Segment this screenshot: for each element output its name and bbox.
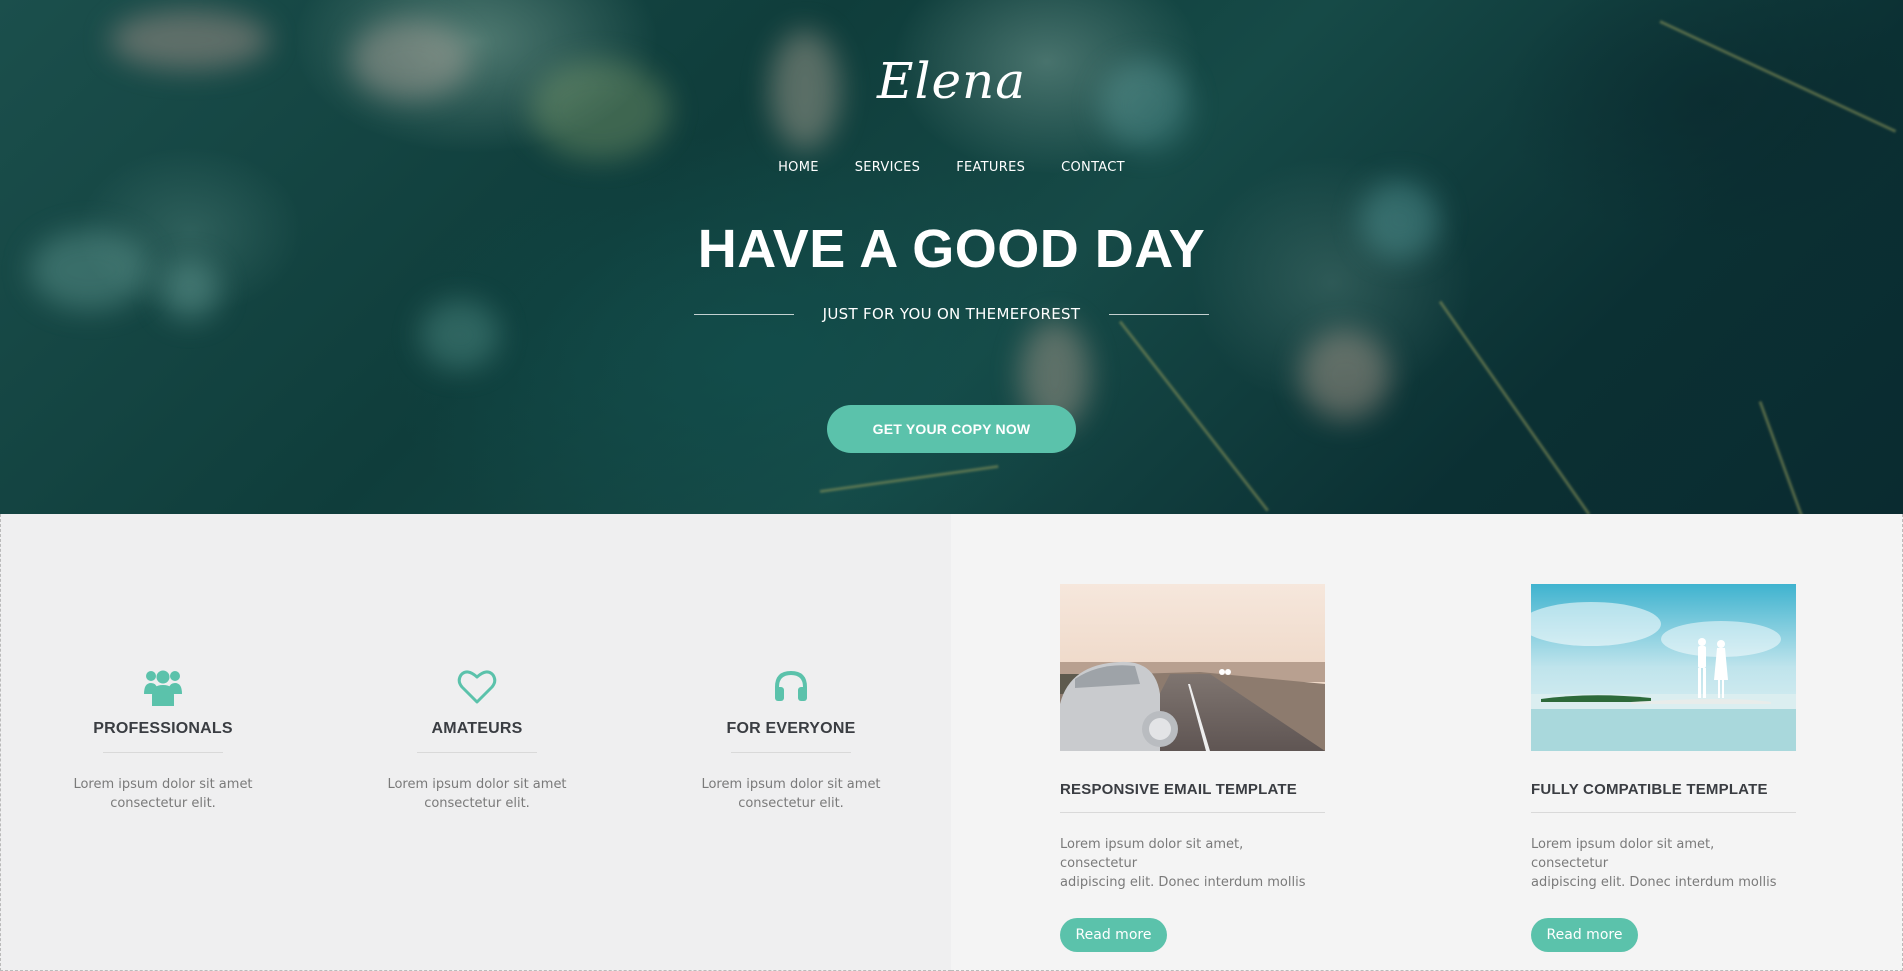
divider bbox=[103, 752, 223, 753]
feature-title: AMATEURS bbox=[431, 720, 523, 737]
feature-text: Lorem ipsum dolor sit amet consectetur e… bbox=[671, 775, 911, 813]
feature-text: Lorem ipsum dolor sit amet consectetur e… bbox=[43, 775, 283, 813]
nav-item-contact[interactable]: CONTACT bbox=[1061, 160, 1125, 175]
divider-right bbox=[1109, 313, 1210, 315]
divider bbox=[731, 752, 851, 753]
post-excerpt-line: Lorem ipsum dolor sit amet, consectetur bbox=[1060, 837, 1244, 871]
headphones-icon bbox=[671, 666, 911, 708]
nav-item-home[interactable]: HOME bbox=[778, 160, 819, 175]
post-excerpt-line: adipiscing elit. Donec interdum mollis bbox=[1531, 875, 1777, 890]
feature-amateurs: AMATEURS Lorem ipsum dolor sit amet cons… bbox=[357, 666, 597, 813]
divider bbox=[1060, 812, 1325, 813]
feature-professionals: PROFESSIONALS Lorem ipsum dolor sit amet… bbox=[43, 666, 283, 813]
post-excerpt-line: Lorem ipsum dolor sit amet, consectetur bbox=[1531, 837, 1715, 871]
read-more-button[interactable]: Read more bbox=[1060, 918, 1167, 952]
post-title[interactable]: FULLY COMPATIBLE TEMPLATE bbox=[1531, 781, 1796, 798]
hero-subtitle-row: JUST FOR YOU ON THEMEFOREST bbox=[0, 305, 1903, 323]
hero-section: Elena HOME SERVICES FEATURES CONTACT HAV… bbox=[0, 0, 1903, 514]
nav-item-services[interactable]: SERVICES bbox=[855, 160, 920, 175]
users-icon bbox=[43, 666, 283, 708]
divider bbox=[1531, 812, 1796, 813]
main-nav: HOME SERVICES FEATURES CONTACT bbox=[0, 160, 1903, 175]
feature-title: PROFESSIONALS bbox=[93, 720, 233, 737]
feature-text-line: Lorem ipsum dolor sit amet bbox=[701, 777, 881, 792]
divider-left bbox=[693, 313, 794, 315]
vintage-convertible-car-photo[interactable] bbox=[1060, 584, 1325, 751]
feature-text-line: consectetur elit. bbox=[738, 796, 844, 811]
posts-section: RESPONSIVE EMAIL TEMPLATE Lorem ipsum do… bbox=[951, 514, 1903, 971]
feature-title: FOR EVERYONE bbox=[726, 720, 856, 737]
fern-decoration bbox=[1438, 300, 1591, 514]
couple-on-beach-photo[interactable] bbox=[1531, 584, 1796, 751]
fern-decoration bbox=[1758, 400, 1817, 514]
features-section: PROFESSIONALS Lorem ipsum dolor sit amet… bbox=[0, 514, 951, 971]
heart-icon bbox=[357, 666, 597, 708]
post-card-email: RESPONSIVE EMAIL TEMPLATE Lorem ipsum do… bbox=[1060, 584, 1325, 952]
feature-text: Lorem ipsum dolor sit amet consectetur e… bbox=[357, 775, 597, 813]
read-more-button[interactable]: Read more bbox=[1531, 918, 1638, 952]
bokeh-decoration bbox=[1300, 330, 1390, 420]
post-card-compatible: FULLY COMPATIBLE TEMPLATE Lorem ipsum do… bbox=[1531, 584, 1796, 952]
post-excerpt: Lorem ipsum dolor sit amet, consectetur … bbox=[1060, 835, 1320, 892]
feature-for-everyone: FOR EVERYONE Lorem ipsum dolor sit amet … bbox=[671, 666, 911, 813]
hero-subtitle: JUST FOR YOU ON THEMEFOREST bbox=[822, 305, 1081, 323]
post-excerpt: Lorem ipsum dolor sit amet, consectetur … bbox=[1531, 835, 1791, 892]
nav-item-features[interactable]: FEATURES bbox=[956, 160, 1025, 175]
fern-decoration bbox=[1118, 320, 1269, 512]
get-copy-button[interactable]: GET YOUR COPY NOW bbox=[827, 405, 1076, 453]
divider bbox=[417, 752, 537, 753]
feature-text-line: consectetur elit. bbox=[424, 796, 530, 811]
post-title[interactable]: RESPONSIVE EMAIL TEMPLATE bbox=[1060, 781, 1325, 798]
brand-logo[interactable]: Elena bbox=[0, 52, 1903, 110]
fern-decoration bbox=[819, 464, 999, 493]
feature-text-line: consectetur elit. bbox=[110, 796, 216, 811]
feature-text-line: Lorem ipsum dolor sit amet bbox=[387, 777, 567, 792]
hero-headline: HAVE A GOOD DAY bbox=[697, 219, 1206, 279]
post-excerpt-line: adipiscing elit. Donec interdum mollis bbox=[1060, 875, 1306, 890]
feature-text-line: Lorem ipsum dolor sit amet bbox=[73, 777, 253, 792]
